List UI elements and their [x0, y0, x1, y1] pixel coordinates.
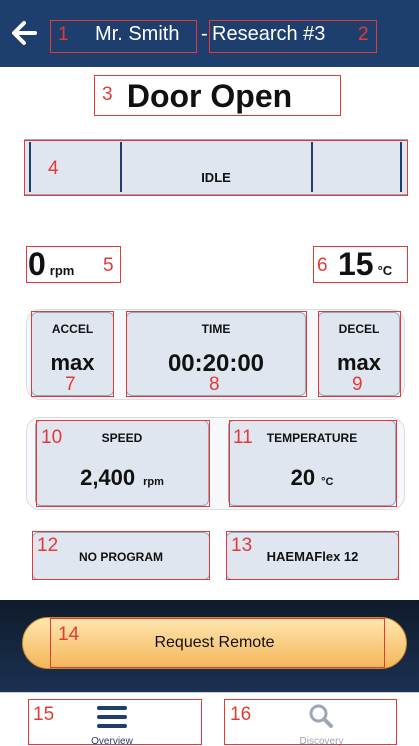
annotation-number-14: 14: [58, 624, 80, 645]
annotation-box-1: [50, 20, 197, 53]
annotation-box-12: [32, 531, 210, 580]
annotation-number-16: 16: [230, 704, 252, 725]
annotation-number-12: 12: [37, 535, 59, 556]
annotation-box-4: [24, 140, 408, 196]
annotation-number-1: 1: [58, 24, 69, 45]
annotation-number-13: 13: [231, 535, 253, 556]
annotation-number-6: 6: [317, 255, 328, 276]
annotation-number-10: 10: [41, 427, 63, 448]
annotation-box-14: [50, 618, 385, 668]
annotation-box-11: [229, 420, 397, 507]
annotation-box-2: [209, 20, 377, 53]
annotation-number-7: 7: [65, 374, 76, 395]
annotation-number-11: 11: [233, 427, 253, 448]
annotation-box-3: [94, 75, 341, 116]
annotation-number-8: 8: [209, 374, 220, 395]
annotation-number-5: 5: [103, 255, 114, 276]
annotation-number-2: 2: [358, 24, 369, 45]
header-separator: -: [201, 23, 208, 45]
annotation-number-15: 15: [33, 704, 55, 725]
back-arrow-icon[interactable]: [10, 19, 38, 47]
annotation-number-9: 9: [352, 374, 363, 395]
annotation-number-4: 4: [48, 158, 59, 179]
annotation-number-3: 3: [102, 84, 113, 105]
